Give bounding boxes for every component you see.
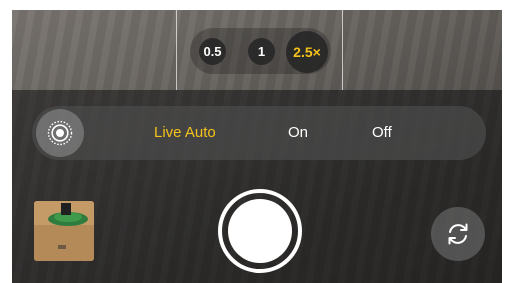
camera-screen: 0.5 1 2.5× Live Auto On Off <box>12 10 502 283</box>
camera-controls: Live Auto On Off <box>12 90 502 283</box>
grid-line <box>342 10 343 90</box>
live-on-option[interactable]: On <box>288 106 308 160</box>
zoom-1-button[interactable]: 1 <box>248 38 275 65</box>
live-auto-option[interactable]: Live Auto <box>154 106 216 160</box>
photo-thumbnail[interactable] <box>34 201 94 261</box>
thumbnail-image <box>34 201 94 261</box>
viewfinder: 0.5 1 2.5× <box>12 10 502 90</box>
zoom-0.5-button[interactable]: 0.5 <box>199 38 226 65</box>
zoom-selector: 0.5 1 2.5× <box>190 28 331 74</box>
grid-line <box>176 10 177 90</box>
live-photo-button[interactable] <box>36 109 84 157</box>
camera-flip-icon <box>448 223 468 245</box>
shutter-ring[interactable] <box>218 189 302 273</box>
live-photo-menu: Live Auto On Off <box>32 106 486 160</box>
live-off-option[interactable]: Off <box>372 106 392 160</box>
camera-flip-button[interactable] <box>431 207 485 261</box>
shutter-button[interactable] <box>228 199 292 263</box>
zoom-2.5-button[interactable]: 2.5× <box>286 31 328 73</box>
live-photo-icon <box>47 120 73 146</box>
